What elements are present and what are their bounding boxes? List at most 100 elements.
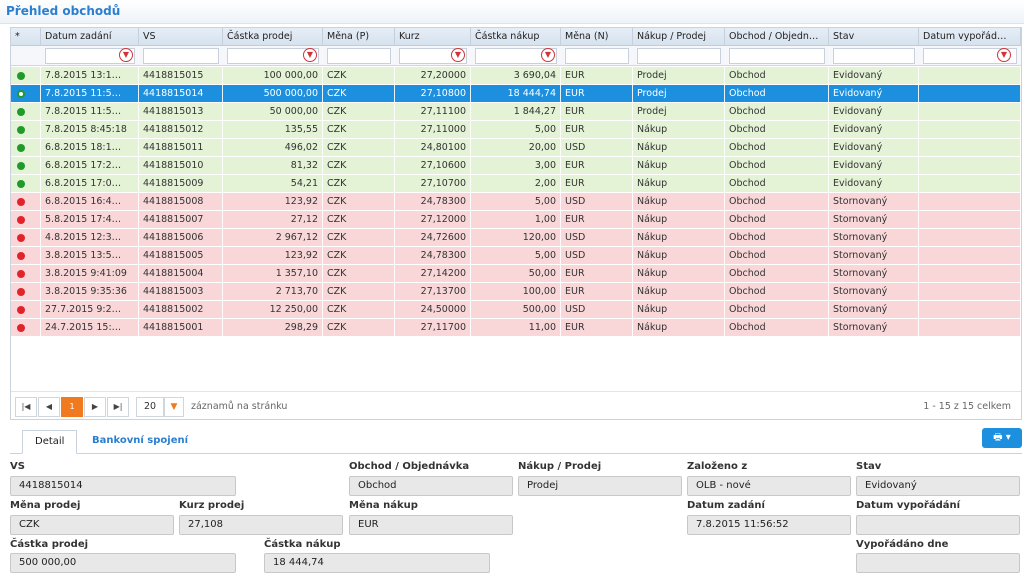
field-datum-vyporadani[interactable] [856, 515, 1020, 535]
page-1-button[interactable]: 1 [61, 397, 83, 417]
filter-input-nakup-prodej[interactable] [637, 48, 721, 64]
cell-nakup: 5,00 [471, 121, 561, 139]
cell-prodej: 54,21 [223, 175, 323, 193]
cell-nakup: 3,00 [471, 157, 561, 175]
column-header-castka-nakup[interactable]: Částka nákup [471, 28, 561, 46]
table-row[interactable]: 7.8.2015 11:5… 4418815013 50 000,00 CZK 27,1… [11, 103, 1021, 121]
filter-icon[interactable]: ▼ [997, 48, 1011, 62]
field-castka-nakup[interactable]: 18 444,74 [264, 553, 490, 573]
status-cell [11, 283, 41, 301]
table-row[interactable]: 3.8.2015 9:41:09 4418815004 1 357,10 CZK 27,… [11, 265, 1021, 283]
cell-np: Nákup [633, 193, 725, 211]
cell-vs: 4418815003 [139, 283, 223, 301]
cell-menap: CZK [323, 175, 395, 193]
cell-empty [919, 265, 1021, 283]
last-page-button[interactable]: ▶| [107, 397, 129, 417]
cell-stav: Stornovaný [829, 193, 919, 211]
cell-vs: 4418815007 [139, 211, 223, 229]
table-row[interactable]: 3.8.2015 9:35:36 4418815003 2 713,70 CZK 27,… [11, 283, 1021, 301]
filter-icon[interactable]: ▼ [541, 48, 555, 62]
cell-datum: 27.7.2015 9:2… [41, 301, 139, 319]
cell-nakup: 50,00 [471, 265, 561, 283]
filter-input-mena-p[interactable] [327, 48, 391, 64]
field-stav[interactable]: Evidovaný [856, 476, 1020, 496]
status-dot-icon [17, 126, 25, 134]
cell-np: Nákup [633, 211, 725, 229]
filter-input-mena-n[interactable] [565, 48, 629, 64]
column-header-mena-p[interactable]: Měna (P) [323, 28, 395, 46]
first-page-button[interactable]: |◀ [15, 397, 37, 417]
table-row[interactable]: 7.8.2015 8:45:18 4418815012 135,55 CZK 27,11… [11, 121, 1021, 139]
filter-input-stav[interactable] [833, 48, 915, 64]
next-page-button[interactable]: ▶ [84, 397, 106, 417]
status-cell [11, 247, 41, 265]
cell-kurz: 27,13700 [395, 283, 471, 301]
status-dot-icon [17, 270, 25, 278]
filter-icon[interactable]: ▼ [303, 48, 317, 62]
field-mena-prodej[interactable]: CZK [10, 515, 174, 535]
filter-input-obchod[interactable] [729, 48, 825, 64]
table-row[interactable]: 3.8.2015 13:5… 4418815005 123,92 CZK 24,7830… [11, 247, 1021, 265]
label-stav: Stav [856, 461, 882, 472]
cell-datum: 6.8.2015 16:4… [41, 193, 139, 211]
table-row[interactable]: 6.8.2015 17:0… 4418815009 54,21 CZK 27,10700… [11, 175, 1021, 193]
cell-np: Nákup [633, 247, 725, 265]
table-row[interactable]: 27.7.2015 9:2… 4418815002 12 250,00 CZK 24,5… [11, 301, 1021, 319]
field-vyporadano[interactable] [856, 553, 1020, 573]
column-header-castka-prodej[interactable]: Částka prodej [223, 28, 323, 46]
field-mena-nakup[interactable]: EUR [349, 515, 513, 535]
field-obchod[interactable]: Obchod [349, 476, 513, 496]
status-dot-icon [17, 234, 25, 242]
cell-empty [919, 67, 1021, 85]
label-nakup-prodej: Nákup / Prodej [518, 461, 602, 472]
table-row[interactable]: 7.8.2015 11:5… 4418815014 500 000,00 CZK 27,… [11, 85, 1021, 103]
field-zalozeno[interactable]: OLB - nové [687, 476, 851, 496]
label-kurz-prodej: Kurz prodej [179, 500, 245, 511]
field-vs[interactable]: 4418815014 [10, 476, 236, 496]
column-header-datum-vyporadani[interactable]: Datum vypořád… [919, 28, 1021, 46]
status-cell [11, 139, 41, 157]
table-row[interactable]: 24.7.2015 15:… 4418815001 298,29 CZK 27,1170… [11, 319, 1021, 337]
column-header-kurz[interactable]: Kurz [395, 28, 471, 46]
column-header-mena-n[interactable]: Měna (N) [561, 28, 633, 46]
table-row[interactable]: 4.8.2015 12:3… 4418815006 2 967,12 CZK 24,72… [11, 229, 1021, 247]
cell-obchod: Obchod [725, 319, 829, 337]
tab-bankovni-spojeni[interactable]: Bankovní spojení [80, 430, 200, 454]
field-datum-zadani[interactable]: 7.8.2015 11:56:52 [687, 515, 851, 535]
status-cell [11, 67, 41, 85]
printer-icon: 🖶 ▾ [993, 432, 1011, 443]
chevron-down-icon[interactable]: ▼ [164, 397, 184, 417]
field-kurz-prodej[interactable]: 27,108 [179, 515, 343, 535]
table-row[interactable]: 7.8.2015 13:1… 4418815015 100 000,00 CZK 27,… [11, 67, 1021, 85]
filter-icon[interactable]: ▼ [451, 48, 465, 62]
cell-menan: EUR [561, 265, 633, 283]
column-header-vs[interactable]: VS [139, 28, 223, 46]
field-castka-prodej[interactable]: 500 000,00 [10, 553, 236, 573]
column-header-nakup-prodej[interactable]: Nákup / Prodej [633, 28, 725, 46]
cell-datum: 6.8.2015 17:2… [41, 157, 139, 175]
status-dot-icon [17, 162, 25, 170]
cell-empty [919, 85, 1021, 103]
print-button[interactable]: 🖶 ▾ [982, 428, 1022, 448]
cell-np: Nákup [633, 139, 725, 157]
filter-input-vs[interactable] [143, 48, 219, 64]
cell-stav: Evidovaný [829, 103, 919, 121]
field-nakup-prodej[interactable]: Prodej [518, 476, 682, 496]
cell-obchod: Obchod [725, 229, 829, 247]
table-row[interactable]: 6.8.2015 18:1… 4418815011 496,02 CZK 24,8010… [11, 139, 1021, 157]
cell-menan: EUR [561, 103, 633, 121]
tab-detail[interactable]: Detail [22, 430, 78, 454]
column-header-obchod[interactable]: Obchod / Objedn… [725, 28, 829, 46]
cell-nakup: 500,00 [471, 301, 561, 319]
filter-icon[interactable]: ▼ [119, 48, 133, 62]
column-header-status[interactable]: * [11, 28, 41, 46]
cell-kurz: 24,50000 [395, 301, 471, 319]
table-row[interactable]: 5.8.2015 17:4… 4418815007 27,12 CZK 27,12000… [11, 211, 1021, 229]
column-header-datum-zadani[interactable]: Datum zadání [41, 28, 139, 46]
table-row[interactable]: 6.8.2015 17:2… 4418815010 81,32 CZK 27,10600… [11, 157, 1021, 175]
table-row[interactable]: 6.8.2015 16:4… 4418815008 123,92 CZK 24,7830… [11, 193, 1021, 211]
prev-page-button[interactable]: ◀ [38, 397, 60, 417]
cell-vs: 4418815011 [139, 139, 223, 157]
page-size-select[interactable]: 20 [136, 397, 164, 417]
column-header-stav[interactable]: Stav [829, 28, 919, 46]
